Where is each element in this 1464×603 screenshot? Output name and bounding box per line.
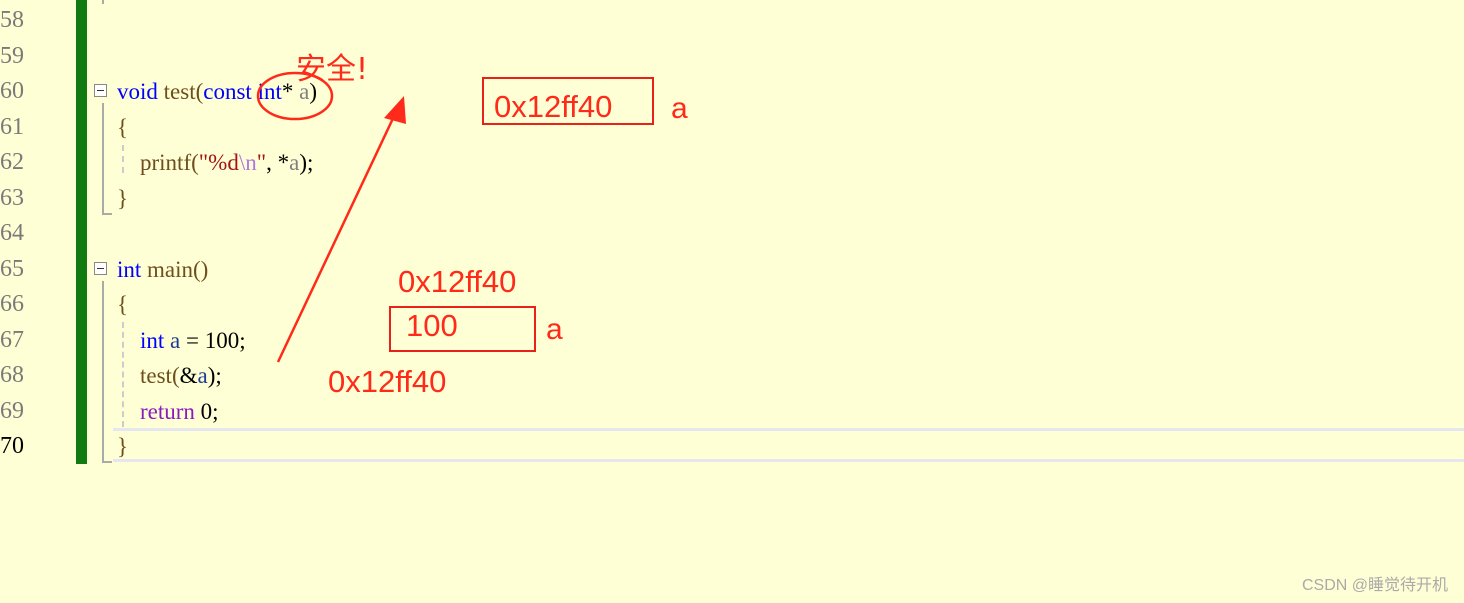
arrow-line [276,111,398,363]
var-box-name: a [546,313,563,346]
arrow-head-icon [384,96,406,124]
annotation-overlay [256,71,406,363]
arg-address-label: 0x12ff40 [328,364,447,399]
var-box-value: 100 [406,308,458,343]
param-box-value: 0x12ff40 [494,89,613,124]
param-box-name: a [671,92,688,125]
var-address-label: 0x12ff40 [398,264,517,299]
safe-label: 安全! [296,52,369,87]
watermark: CSDN @睡觉待开机 [1301,577,1448,594]
